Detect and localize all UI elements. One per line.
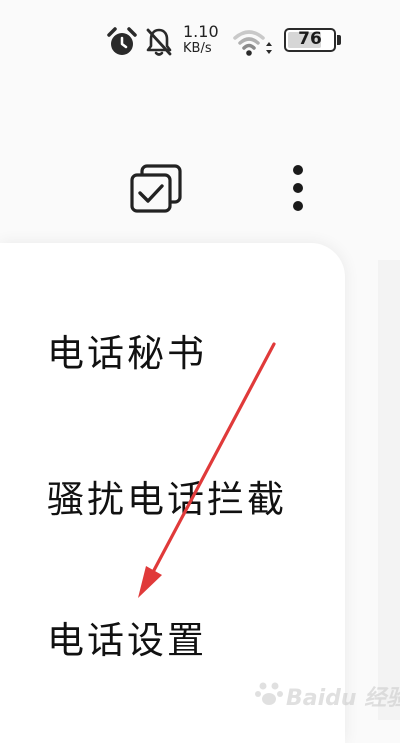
notifications-off-icon <box>146 28 172 56</box>
network-speed-unit: KB/s <box>183 41 212 56</box>
menu-item-call-secretary[interactable]: 电话秘书 <box>0 293 345 393</box>
battery-level: 76 <box>298 29 322 49</box>
menu-item-label: 电话设置 <box>47 619 207 662</box>
menu-item-label: 骚扰电话拦截 <box>47 478 287 521</box>
menu-item-call-settings[interactable]: 电话设置 <box>0 580 345 680</box>
menu-item-spam-call-blocking[interactable]: 骚扰电话拦截 <box>0 439 345 539</box>
more-options-icon[interactable] <box>284 162 312 218</box>
overflow-menu: 电话秘书 骚扰电话拦截 电话设置 <box>0 243 345 743</box>
network-speed-value: 1.10 <box>183 22 219 41</box>
menu-item-label: 电话秘书 <box>47 332 207 375</box>
wifi-icon <box>233 30 272 56</box>
status-bar: 1.10 KB/s 76 <box>0 22 400 62</box>
battery-indicator: 76 <box>284 28 336 52</box>
watermark-text: Baidu 经验 <box>286 686 400 711</box>
paw-logo-icon <box>255 682 283 705</box>
baidu-watermark: Baidu 经验 <box>255 676 400 711</box>
background-screen-edge <box>378 260 400 720</box>
battery-icon <box>337 35 341 45</box>
alarm-icon <box>107 27 137 55</box>
network-speed: 1.10 KB/s <box>183 22 223 56</box>
multi-select-icon[interactable] <box>128 162 186 214</box>
